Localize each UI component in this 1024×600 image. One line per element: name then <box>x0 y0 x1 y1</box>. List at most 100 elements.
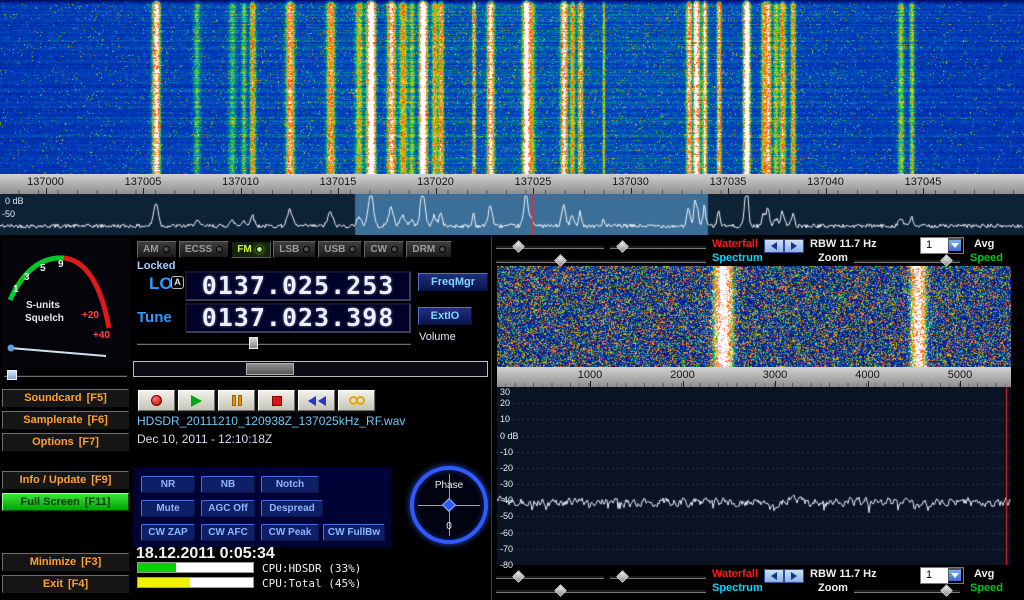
slider-handle[interactable] <box>940 584 953 597</box>
scroll-right-button[interactable] <box>784 239 804 253</box>
squelch-slider[interactable] <box>2 369 129 381</box>
dropdown-button[interactable] <box>948 568 963 583</box>
mode-lsb-button[interactable]: LSB <box>273 241 316 258</box>
spectrum-tab[interactable]: Spectrum <box>712 252 763 264</box>
scroll-buttons <box>764 569 804 583</box>
smeter-tick-label: 3 <box>24 272 30 283</box>
agc-button[interactable]: AGC Off <box>201 500 255 517</box>
loop-icon <box>356 396 365 405</box>
slider-handle[interactable] <box>7 370 17 380</box>
cw-peak-button[interactable]: CW Peak <box>261 524 319 541</box>
rf-spectrum-display[interactable] <box>497 387 1011 565</box>
notch-button[interactable]: Notch <box>261 476 319 493</box>
speed-select[interactable]: 1 <box>920 567 964 584</box>
scroll-right-button[interactable] <box>784 569 804 583</box>
soundcard-button[interactable]: Soundcard[F5] <box>2 389 129 407</box>
spectrum-tab[interactable]: Spectrum <box>712 582 763 594</box>
slider-handle[interactable] <box>249 337 258 349</box>
exit-button[interactable]: Exit[F4] <box>2 575 129 593</box>
volume-label: Volume <box>419 331 456 343</box>
db-axis-label: -50 <box>500 511 513 521</box>
freqmgr-button[interactable]: FreqMgr <box>418 273 488 291</box>
slider-handle[interactable] <box>512 240 525 253</box>
button-label: Samplerate <box>23 414 82 426</box>
scroll-left-button[interactable] <box>764 569 784 583</box>
rf-frequency-ruler[interactable]: 10002000300040005000 <box>497 367 1011 387</box>
chevron-down-icon <box>951 573 959 582</box>
db-axis-label: 10 <box>500 414 510 424</box>
loop-button[interactable] <box>338 390 375 411</box>
main-frequency-ruler[interactable]: 1370001370051370101370151370201370251370… <box>0 174 1024 194</box>
lo-frequency-display[interactable]: 0137.025.253 <box>185 271 411 301</box>
mode-drm-button[interactable]: DRM <box>406 241 452 258</box>
slider-track[interactable] <box>137 342 411 345</box>
waterfall-tab[interactable]: Waterfall <box>712 238 758 250</box>
ruler-label: 4000 <box>855 369 879 381</box>
rewind-button[interactable] <box>298 390 335 411</box>
cw-zap-button[interactable]: CW ZAP <box>141 524 195 541</box>
smeter-tick-label: 9 <box>58 259 64 270</box>
cw-afc-button[interactable]: CW AFC <box>201 524 255 541</box>
db-axis-label: -30 <box>500 479 513 489</box>
slider-track[interactable] <box>4 374 127 377</box>
mode-usb-button[interactable]: USB <box>318 241 362 258</box>
button-key: [F7] <box>79 436 99 448</box>
smeter-needle <box>10 348 106 356</box>
left-arrow-icon <box>771 242 777 250</box>
slider-handle[interactable] <box>940 254 953 267</box>
minimize-button[interactable]: Minimize[F3] <box>2 553 129 571</box>
mode-ecss-button[interactable]: ECSS <box>179 241 229 258</box>
brightness-slider[interactable] <box>610 575 706 579</box>
slider-handle[interactable] <box>616 570 629 583</box>
waterfall-tab[interactable]: Waterfall <box>712 568 758 580</box>
fullscreen-button[interactable]: Full Screen[F11] <box>2 493 129 511</box>
brightness-slider[interactable] <box>610 245 706 249</box>
button-key: [F4] <box>68 578 88 590</box>
despread-button[interactable]: Despread <box>261 500 323 517</box>
slider-handle[interactable] <box>246 363 294 375</box>
slider-handle[interactable] <box>512 570 525 583</box>
info-update-button[interactable]: Info / Update[F9] <box>2 471 129 489</box>
nr-button[interactable]: NR <box>141 476 195 493</box>
amplitude-slider[interactable] <box>496 589 706 593</box>
speed-select[interactable]: 1 <box>920 237 964 254</box>
mode-label: FM <box>237 244 251 255</box>
scroll-left-button[interactable] <box>764 239 784 253</box>
contrast-slider[interactable] <box>496 245 604 249</box>
slider-handle[interactable] <box>554 584 567 597</box>
cw-fullbw-button[interactable]: CW FullBw <box>323 524 385 541</box>
record-button[interactable] <box>138 390 175 411</box>
mode-fm-button[interactable]: FM <box>231 241 271 258</box>
mode-cw-button[interactable]: CW <box>364 241 404 258</box>
rf-waterfall-display[interactable] <box>497 266 1011 367</box>
slider-handle[interactable] <box>554 254 567 267</box>
stop-button[interactable] <box>258 390 295 411</box>
volume-slider[interactable] <box>137 336 411 350</box>
phase-display[interactable]: Phase 0 <box>409 465 489 545</box>
amplitude-slider[interactable] <box>496 259 706 263</box>
nb-button[interactable]: NB <box>201 476 255 493</box>
zoom-slider[interactable] <box>854 589 960 593</box>
mute-button[interactable]: Mute <box>141 500 195 517</box>
panel-divider <box>491 236 492 600</box>
main-spectrum-display[interactable] <box>0 194 1024 235</box>
contrast-slider[interactable] <box>496 575 604 579</box>
samplerate-button[interactable]: Samplerate[F6] <box>2 411 129 429</box>
options-button[interactable]: Options[F7] <box>2 433 129 451</box>
extio-button[interactable]: ExtIO <box>418 307 472 325</box>
zoom-label: Zoom <box>818 252 848 264</box>
dropdown-button[interactable] <box>948 238 963 253</box>
button-label: Minimize <box>30 556 76 568</box>
mode-am-button[interactable]: AM <box>137 241 177 258</box>
play-button[interactable] <box>178 390 215 411</box>
pause-button[interactable] <box>218 390 255 411</box>
vfo-a-badge[interactable]: A <box>171 276 184 289</box>
db-axis-label: 20 <box>500 398 510 408</box>
left-arrow-icon <box>771 572 777 580</box>
tune-frequency-display[interactable]: 0137.023.398 <box>185 303 411 333</box>
slider-handle[interactable] <box>616 240 629 253</box>
rewind-icon <box>308 396 316 406</box>
main-waterfall-display[interactable] <box>0 0 1024 174</box>
zoom-slider[interactable] <box>854 259 960 263</box>
band-scroll-slider[interactable] <box>133 361 488 377</box>
